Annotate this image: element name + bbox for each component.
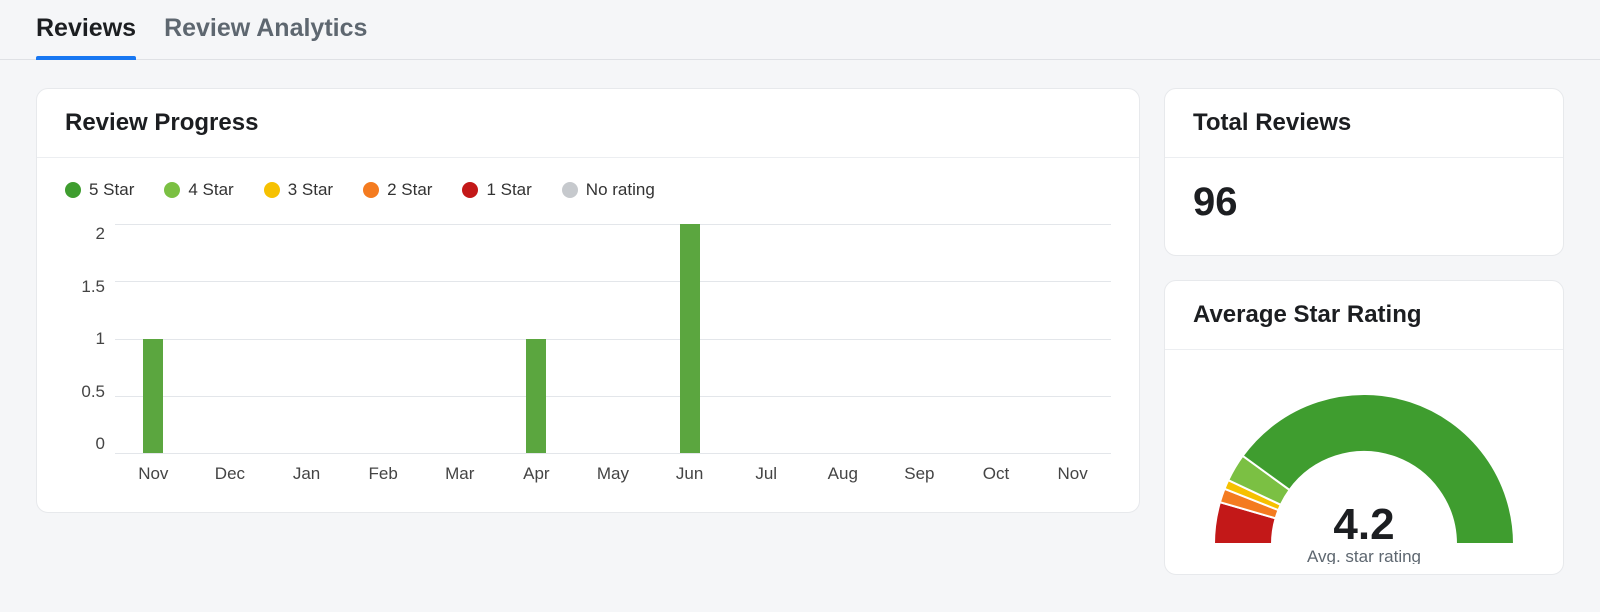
legend-label: 5 Star [89, 180, 134, 200]
review-progress-card: Review Progress 5 Star 4 Star 3 Star 2 Star… [36, 88, 1140, 513]
bar-slot [575, 224, 652, 453]
review-progress-title: Review Progress [37, 89, 1139, 158]
bar-slot [345, 224, 422, 453]
legend-item[interactable]: 5 Star [65, 180, 134, 200]
bar-slot [268, 224, 345, 453]
y-tick: 1 [96, 329, 105, 349]
legend-item[interactable]: No rating [562, 180, 655, 200]
bar-slot [498, 224, 575, 453]
x-tick: Apr [498, 454, 575, 484]
y-tick: 1.5 [81, 277, 105, 297]
x-tick: May [575, 454, 652, 484]
legend-swatch [164, 182, 180, 198]
x-tick: Nov [115, 454, 192, 484]
legend-swatch [264, 182, 280, 198]
x-tick: Dec [192, 454, 269, 484]
bar-slot [421, 224, 498, 453]
legend-swatch [363, 182, 379, 198]
legend-swatch [462, 182, 478, 198]
bar[interactable] [526, 339, 546, 454]
bar-slot [192, 224, 269, 453]
tabs-bar: Reviews Review Analytics [0, 0, 1600, 60]
legend-item[interactable]: 2 Star [363, 180, 432, 200]
avg-rating-title: Average Star Rating [1165, 281, 1563, 350]
avg-rating-sublabel: Avg. star rating [1307, 547, 1421, 564]
legend-label: 3 Star [288, 180, 333, 200]
chart-legend: 5 Star 4 Star 3 Star 2 Star 1 Star No rating [65, 180, 1111, 200]
legend-label: No rating [586, 180, 655, 200]
legend-item[interactable]: 1 Star [462, 180, 531, 200]
total-reviews-title: Total Reviews [1165, 89, 1563, 158]
avg-rating-card: Average Star Rating 4.2 Avg. star rating [1164, 280, 1564, 575]
bar-slot [958, 224, 1035, 453]
y-axis: 2 1.5 1 0.5 0 [65, 224, 115, 454]
bar[interactable] [680, 224, 700, 453]
x-tick: Jan [268, 454, 345, 484]
legend-swatch [65, 182, 81, 198]
total-reviews-value: 96 [1165, 158, 1563, 255]
x-tick: Aug [804, 454, 881, 484]
tab-review-analytics[interactable]: Review Analytics [164, 14, 367, 59]
x-tick: Sep [881, 454, 958, 484]
legend-label: 2 Star [387, 180, 432, 200]
y-tick: 2 [96, 224, 105, 244]
x-tick: Jul [728, 454, 805, 484]
bar-slot [1034, 224, 1111, 453]
gauge-chart: 4.2 Avg. star rating [1194, 374, 1534, 564]
bar-chart: 2 1.5 1 0.5 0 [65, 224, 1111, 454]
legend-item[interactable]: 4 Star [164, 180, 233, 200]
bar-slot [728, 224, 805, 453]
x-tick: Mar [421, 454, 498, 484]
chart-plot [115, 224, 1111, 454]
x-tick: Oct [958, 454, 1035, 484]
content-area: Review Progress 5 Star 4 Star 3 Star 2 Star… [0, 60, 1600, 603]
x-tick: Feb [345, 454, 422, 484]
x-tick: Jun [651, 454, 728, 484]
y-tick: 0.5 [81, 382, 105, 402]
tab-reviews[interactable]: Reviews [36, 14, 136, 59]
y-tick: 0 [96, 434, 105, 454]
avg-rating-value: 4.2 [1333, 500, 1394, 549]
bar-slot [881, 224, 958, 453]
bar-slot [651, 224, 728, 453]
total-reviews-card: Total Reviews 96 [1164, 88, 1564, 256]
legend-swatch [562, 182, 578, 198]
bar[interactable] [143, 339, 163, 454]
legend-label: 1 Star [486, 180, 531, 200]
x-tick: Nov [1034, 454, 1111, 484]
bar-slot [115, 224, 192, 453]
legend-item[interactable]: 3 Star [264, 180, 333, 200]
bar-slot [804, 224, 881, 453]
legend-label: 4 Star [188, 180, 233, 200]
x-axis: NovDecJanFebMarAprMayJunJulAugSepOctNov [115, 454, 1111, 484]
